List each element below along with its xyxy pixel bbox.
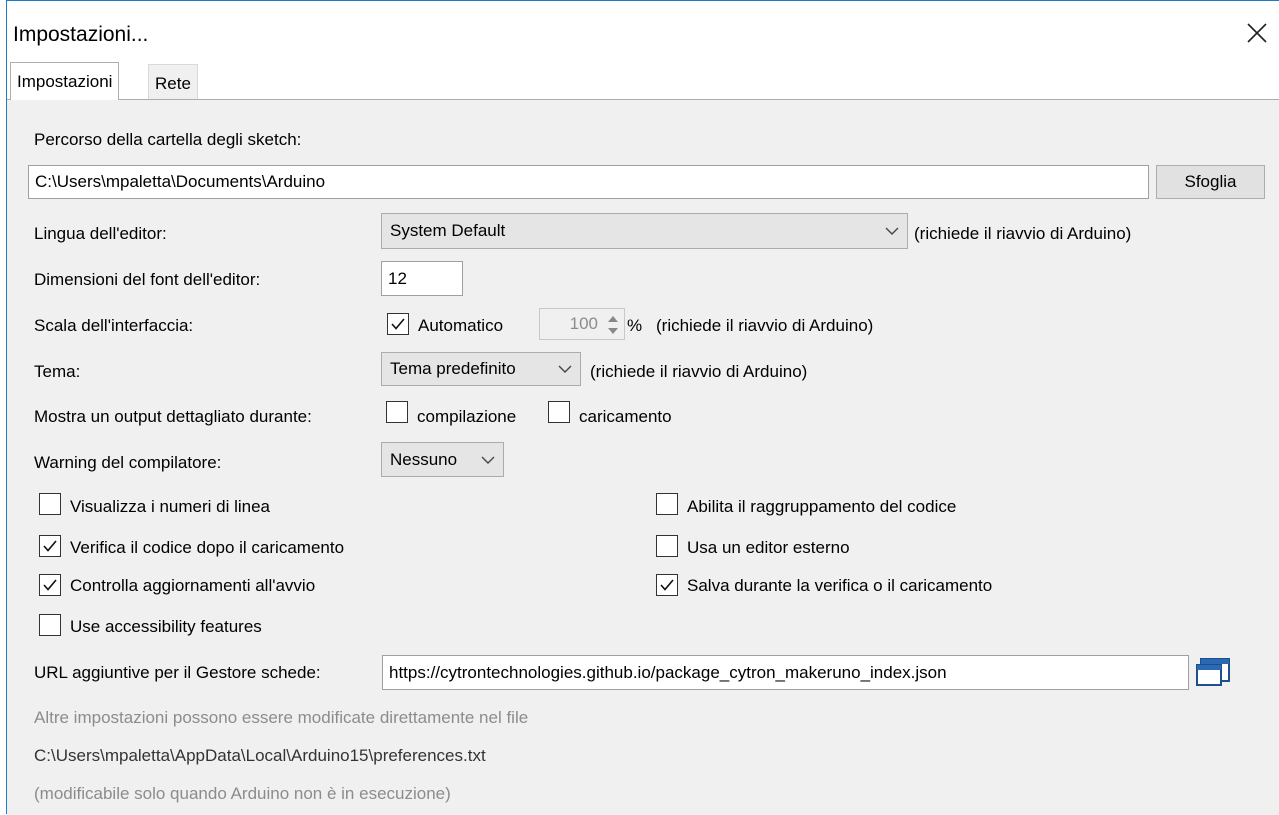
code-folding-label: Abilita il raggruppamento del codice (687, 497, 957, 516)
sketchbook-path-input[interactable]: C:\Users\mpaletta\Documents\Arduino (28, 165, 1149, 199)
accessibility-label: Use accessibility features (70, 617, 262, 636)
chevron-down-icon (481, 456, 495, 464)
verify-upload-checkbox[interactable] (39, 535, 61, 557)
chevron-down-icon (558, 365, 572, 373)
verbose-compile-label: compilazione (417, 407, 517, 426)
line-numbers-label: Visualizza i numeri di linea (70, 497, 271, 516)
chevron-down-icon (885, 227, 899, 235)
footer-info-line: Altre impostazioni possono essere modifi… (34, 708, 529, 727)
verify-upload-label: Verifica il codice dopo il caricamento (70, 538, 345, 557)
preferences-file-path: C:\Users\mpaletta\AppData\Local\Arduino1… (34, 746, 486, 765)
settings-panel: Percorso della cartella degli sketch: C:… (7, 99, 1279, 815)
accessibility-checkbox[interactable] (39, 614, 61, 636)
verbose-label: Mostra un output dettagliato durante: (34, 407, 312, 426)
browse-button[interactable]: Sfoglia (1156, 165, 1265, 199)
footer-note: (modificabile solo quando Arduino non è … (34, 784, 451, 803)
tab-impostazioni[interactable]: Impostazioni (10, 62, 120, 100)
spinner-arrows-icon (608, 316, 618, 334)
external-editor-label: Usa un editor esterno (687, 538, 850, 557)
language-label: Lingua dell'editor: (34, 224, 167, 243)
close-icon[interactable] (1243, 19, 1271, 47)
verbose-upload-label: caricamento (579, 407, 672, 426)
verbose-upload-checkbox[interactable] (548, 401, 570, 423)
preferences-window: Impostazioni... Impostazioni Rete Percor… (6, 0, 1279, 815)
font-size-input[interactable]: 12 (381, 261, 463, 296)
verbose-compile-checkbox[interactable] (386, 401, 408, 423)
code-folding-checkbox[interactable] (656, 493, 678, 515)
check-icon (43, 540, 57, 552)
scale-note: (richiede il riavvio di Arduino) (656, 316, 874, 335)
theme-selected: Tema predefinito (390, 359, 516, 378)
warnings-select[interactable]: Nessuno (381, 442, 504, 477)
tab-rete[interactable]: Rete (148, 64, 198, 100)
scale-auto-checkbox[interactable] (387, 313, 409, 335)
save-verify-checkbox[interactable] (656, 574, 678, 596)
window-title: Impostazioni... (13, 23, 149, 46)
save-verify-label: Salva durante la verifica o il caricamen… (687, 576, 993, 595)
theme-label: Tema: (34, 362, 81, 381)
font-size-label: Dimensioni del font dell'editor: (34, 270, 261, 289)
check-updates-label: Controlla aggiornamenti all'avvio (70, 576, 316, 595)
scale-auto-label: Automatico (418, 316, 504, 335)
language-selected: System Default (390, 221, 506, 240)
check-updates-checkbox[interactable] (39, 574, 61, 596)
external-editor-checkbox[interactable] (656, 535, 678, 557)
window-edit-icon[interactable] (1195, 655, 1233, 689)
scale-value: 100 (569, 314, 598, 333)
check-icon (660, 579, 674, 591)
title-bar: Impostazioni... (7, 0, 1279, 62)
boards-url-label: URL aggiuntive per il Gestore schede: (34, 663, 321, 682)
check-icon (43, 579, 57, 591)
theme-note: (richiede il riavvio di Arduino) (590, 362, 808, 381)
warnings-selected: Nessuno (390, 449, 458, 469)
theme-select[interactable]: Tema predefinito (381, 352, 581, 386)
scale-label: Scala dell'interfaccia: (34, 316, 194, 335)
check-icon (391, 318, 405, 330)
scale-percent: % (627, 316, 643, 335)
sketchbook-label: Percorso della cartella degli sketch: (34, 130, 302, 149)
boards-url-input[interactable]: https://cytrontechnologies.github.io/pac… (382, 655, 1189, 690)
warnings-label: Warning del compilatore: (34, 453, 222, 472)
scale-spinner[interactable]: 100 (539, 308, 625, 340)
tab-strip: Impostazioni Rete (7, 62, 1279, 100)
language-select[interactable]: System Default (381, 213, 908, 249)
language-note: (richiede il riavvio di Arduino) (914, 224, 1132, 243)
line-numbers-checkbox[interactable] (39, 493, 61, 515)
